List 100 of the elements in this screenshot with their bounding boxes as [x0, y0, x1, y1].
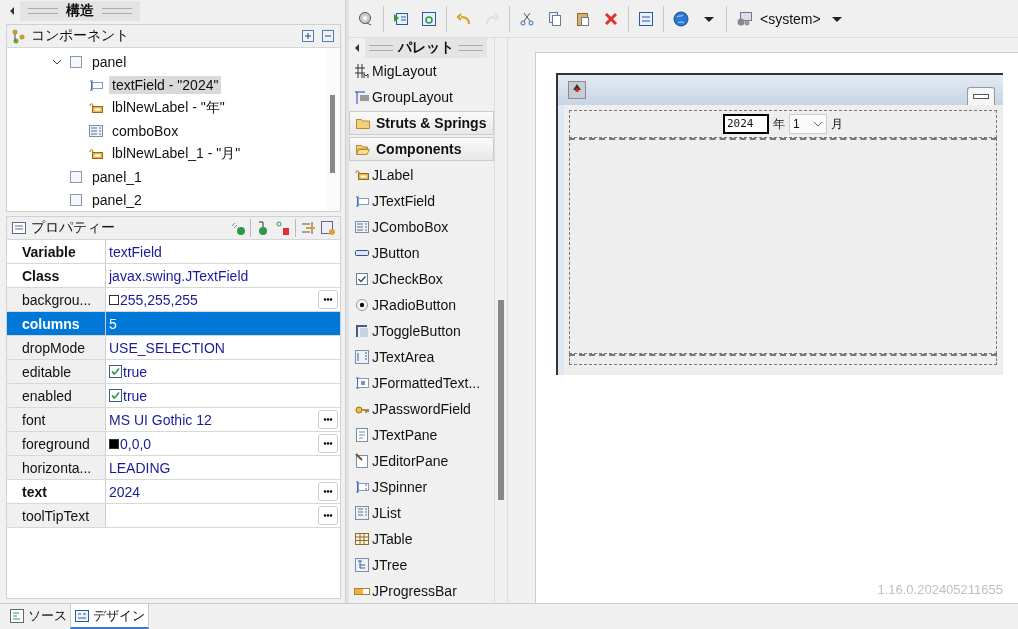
- palette-item[interactable]: JLabel: [372, 167, 414, 183]
- palette-item[interactable]: JSpinner: [372, 479, 428, 495]
- palette-item[interactable]: JComboBox: [372, 219, 449, 235]
- checkbox[interactable]: [109, 365, 122, 378]
- collapse-arrow-icon[interactable]: [355, 44, 359, 52]
- palette-category[interactable]: Components: [349, 137, 494, 161]
- tree-item[interactable]: lblNewLabel - "年": [109, 97, 228, 118]
- table-grid-icon: [354, 531, 370, 547]
- collapse-all-icon[interactable]: [320, 28, 336, 44]
- palette-category[interactable]: Struts & Springs: [349, 111, 494, 135]
- palette-item[interactable]: JProgressBar: [372, 583, 457, 599]
- year-label: 年: [773, 115, 785, 133]
- tree-item[interactable]: panel_1: [89, 167, 145, 186]
- tag-icon: [354, 167, 370, 183]
- group-layout-icon: [354, 89, 370, 105]
- property-row[interactable]: backgrou... 255,255,255: [7, 288, 340, 312]
- palette-item[interactable]: JTextArea: [372, 349, 435, 365]
- ellipsis-icon: [323, 298, 333, 301]
- palette-item[interactable]: JFormattedText...: [372, 375, 481, 391]
- property-row[interactable]: dropMode USE_SELECTION: [7, 336, 340, 360]
- property-row[interactable]: text 2024: [7, 480, 340, 504]
- property-value: LEADING: [109, 459, 171, 476]
- window-play-icon[interactable]: [393, 10, 409, 27]
- editor-tab[interactable]: ソース: [6, 604, 70, 627]
- combo-box[interactable]: 1: [789, 114, 827, 134]
- palette-item[interactable]: JTextField: [372, 193, 436, 209]
- globe-icon[interactable]: [673, 10, 689, 27]
- more-button[interactable]: [318, 506, 338, 525]
- copy-icon[interactable]: [547, 10, 563, 27]
- delete-icon[interactable]: [603, 10, 619, 27]
- checkbox[interactable]: [109, 389, 122, 402]
- palette-item[interactable]: JToggleButton: [372, 323, 461, 339]
- text-field-icon: [354, 193, 370, 209]
- expand-all-icon[interactable]: [300, 28, 316, 44]
- property-row[interactable]: enabled true: [7, 384, 340, 408]
- ellipsis-icon: [323, 490, 333, 493]
- property-row[interactable]: Variable textField: [7, 240, 340, 264]
- property-row[interactable]: editable true: [7, 360, 340, 384]
- scissors-icon[interactable]: [519, 10, 535, 27]
- property-name: font: [7, 408, 106, 431]
- palette-item[interactable]: JRadioButton: [372, 297, 457, 313]
- palette-item[interactable]: GroupLayout: [372, 89, 453, 105]
- property-row[interactable]: toolTipText: [7, 504, 340, 528]
- scrollbar-thumb[interactable]: [330, 95, 335, 173]
- property-value: 255,255,255: [120, 291, 198, 308]
- version-text: 1.16.0.202405211655: [877, 582, 1003, 597]
- structure-tab[interactable]: 構造: [20, 1, 140, 21]
- tree-item[interactable]: textField - "2024": [109, 75, 222, 94]
- palette-item[interactable]: JEditorPane: [372, 453, 449, 469]
- palette-item[interactable]: JList: [372, 505, 401, 521]
- collapse-arrow-icon[interactable]: [10, 7, 14, 15]
- design-form-icon: [74, 607, 90, 624]
- property-value: USE_SELECTION: [109, 339, 225, 356]
- property-value: textField: [109, 243, 162, 260]
- source-code-icon: [9, 607, 25, 624]
- form-order-icon[interactable]: [638, 10, 654, 27]
- property-name: backgrou...: [7, 288, 106, 311]
- palette-item[interactable]: JCheckBox: [372, 271, 443, 287]
- more-button[interactable]: [318, 482, 338, 501]
- panel-square-icon: [68, 191, 84, 208]
- property-name: toolTipText: [7, 504, 106, 527]
- minimize-button[interactable]: [967, 86, 995, 106]
- more-button[interactable]: [318, 410, 338, 429]
- tree-item[interactable]: comboBox: [109, 121, 182, 140]
- window-refresh-icon[interactable]: [421, 10, 437, 27]
- tree-item[interactable]: panel_2: [89, 190, 145, 209]
- palette-item[interactable]: JPasswordField: [372, 401, 471, 417]
- more-button[interactable]: [318, 434, 338, 453]
- tree-icon: [354, 557, 370, 573]
- properties-list-icon: [11, 220, 27, 236]
- add-field-icon[interactable]: [275, 220, 291, 236]
- property-value: MS UI Gothic 12: [109, 411, 212, 428]
- palette-item[interactable]: JTable: [372, 531, 413, 547]
- property-value: 2024: [109, 483, 141, 500]
- property-row[interactable]: horizonta... LEADING: [7, 456, 340, 480]
- formatted-field-icon: [354, 375, 370, 391]
- scrollbar-thumb[interactable]: [498, 300, 504, 500]
- panel-square-icon: [68, 53, 84, 70]
- clipboard-icon[interactable]: [575, 10, 591, 27]
- tree-item[interactable]: panel: [89, 52, 130, 71]
- property-row[interactable]: Class javax.swing.JTextField: [7, 264, 340, 288]
- property-name: dropMode: [7, 336, 106, 359]
- property-row[interactable]: foreground 0,0,0: [7, 432, 340, 456]
- tree-item[interactable]: lblNewLabel_1 - "月": [109, 143, 244, 164]
- palette-tab[interactable]: パレット: [365, 38, 487, 58]
- palette-item[interactable]: JButton: [372, 245, 420, 261]
- text-field[interactable]: 2024: [723, 114, 769, 134]
- property-row[interactable]: columns 5: [7, 312, 340, 336]
- combo-box-icon: [354, 219, 370, 235]
- editor-tab[interactable]: デザイン: [70, 604, 149, 629]
- property-name: enabled: [7, 384, 106, 407]
- checkbox-icon: [354, 271, 370, 287]
- property-row[interactable]: font MS UI Gothic 12: [7, 408, 340, 432]
- palette-item[interactable]: JTree: [372, 557, 408, 573]
- palette-item[interactable]: JTextPane: [372, 427, 438, 443]
- look-and-feel-selector[interactable]: <system>: [758, 10, 823, 27]
- radio-icon: [354, 297, 370, 313]
- more-button[interactable]: [318, 290, 338, 309]
- palette-item[interactable]: MigLayout: [372, 63, 437, 79]
- restore-defaults-icon[interactable]: [320, 220, 336, 236]
